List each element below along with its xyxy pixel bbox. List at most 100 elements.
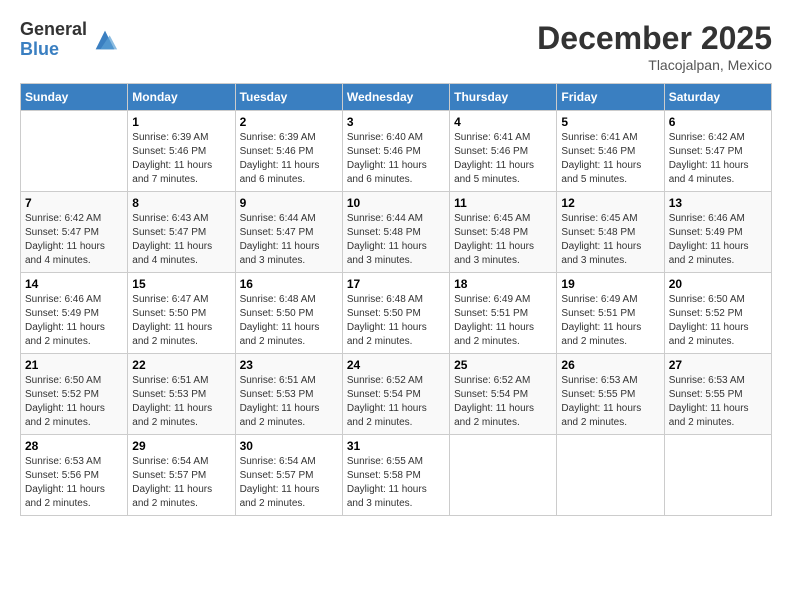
header-saturday: Saturday	[664, 84, 771, 111]
day-number: 3	[347, 115, 445, 129]
logo: General Blue	[20, 20, 119, 60]
calendar-cell: 17Sunrise: 6:48 AM Sunset: 5:50 PM Dayli…	[342, 273, 449, 354]
calendar-cell: 1 Sunrise: 6:39 AM Sunset: 5:46 PM Daylig…	[128, 111, 235, 192]
calendar-cell: 24Sunrise: 6:52 AM Sunset: 5:54 PM Dayli…	[342, 354, 449, 435]
calendar-cell: 14 Sunrise: 6:46 AM Sunset: 5:49 PM Dayli…	[21, 273, 128, 354]
day-info: Sunrise: 6:46 AM Sunset: 5:49 PM Dayligh…	[669, 212, 767, 268]
day-info: Sunrise: 6:43 AM Sunset: 5:47 PM Dayligh…	[132, 212, 230, 268]
calendar-cell: 29Sunrise: 6:54 AM Sunset: 5:57 PM Dayli…	[128, 435, 235, 516]
day-number: 10	[347, 196, 445, 210]
day-info: Sunrise: 6:41 AM Sunset: 5:46 PM Dayligh…	[454, 131, 552, 187]
calendar-cell	[557, 435, 664, 516]
day-info: Sunrise: 6:45 AM Sunset: 5:48 PM Dayligh…	[561, 212, 659, 268]
day-number: 21	[25, 358, 123, 372]
day-info: Sunrise: 6:47 AM Sunset: 5:50 PM Dayligh…	[132, 293, 230, 349]
day-info: Sunrise: 6:46 AM Sunset: 5:49 PM Dayligh…	[25, 293, 123, 349]
day-number: 11	[454, 196, 552, 210]
day-number: 20	[669, 277, 767, 291]
header-row: SundayMondayTuesdayWednesdayThursdayFrid…	[21, 84, 772, 111]
calendar-cell: 4 Sunrise: 6:41 AM Sunset: 5:46 PM Daylig…	[450, 111, 557, 192]
calendar-cell: 11 Sunrise: 6:45 AM Sunset: 5:48 PM Dayli…	[450, 192, 557, 273]
day-number: 12	[561, 196, 659, 210]
logo-icon	[91, 26, 119, 54]
header-monday: Monday	[128, 84, 235, 111]
page-header: General Blue December 2025 Tlacojalpan, …	[20, 20, 772, 73]
day-number: 19	[561, 277, 659, 291]
calendar-cell: 10 Sunrise: 6:44 AM Sunset: 5:48 PM Dayli…	[342, 192, 449, 273]
day-number: 26	[561, 358, 659, 372]
day-number: 23	[240, 358, 338, 372]
day-info: Sunrise: 6:53 AM Sunset: 5:55 PM Dayligh…	[669, 374, 767, 430]
day-info: Sunrise: 6:39 AM Sunset: 5:46 PM Dayligh…	[132, 131, 230, 187]
calendar-cell: 28Sunrise: 6:53 AM Sunset: 5:56 PM Dayli…	[21, 435, 128, 516]
day-info: Sunrise: 6:54 AM Sunset: 5:57 PM Dayligh…	[132, 455, 230, 511]
day-number: 14	[25, 277, 123, 291]
day-number: 18	[454, 277, 552, 291]
day-info: Sunrise: 6:51 AM Sunset: 5:53 PM Dayligh…	[132, 374, 230, 430]
calendar-cell: 5Sunrise: 6:41 AM Sunset: 5:46 PM Daylig…	[557, 111, 664, 192]
calendar-cell: 23 Sunrise: 6:51 AM Sunset: 5:53 PM Dayli…	[235, 354, 342, 435]
day-info: Sunrise: 6:50 AM Sunset: 5:52 PM Dayligh…	[25, 374, 123, 430]
calendar-cell	[664, 435, 771, 516]
day-info: Sunrise: 6:42 AM Sunset: 5:47 PM Dayligh…	[25, 212, 123, 268]
day-number: 6	[669, 115, 767, 129]
day-number: 30	[240, 439, 338, 453]
day-number: 22	[132, 358, 230, 372]
day-info: Sunrise: 6:53 AM Sunset: 5:56 PM Dayligh…	[25, 455, 123, 511]
day-info: Sunrise: 6:52 AM Sunset: 5:54 PM Dayligh…	[347, 374, 445, 430]
header-sunday: Sunday	[21, 84, 128, 111]
day-info: Sunrise: 6:48 AM Sunset: 5:50 PM Dayligh…	[240, 293, 338, 349]
calendar-cell: 31Sunrise: 6:55 AM Sunset: 5:58 PM Dayli…	[342, 435, 449, 516]
calendar-cell: 21 Sunrise: 6:50 AM Sunset: 5:52 PM Dayli…	[21, 354, 128, 435]
calendar-week-1: 7 Sunrise: 6:42 AM Sunset: 5:47 PM Daylig…	[21, 192, 772, 273]
day-number: 7	[25, 196, 123, 210]
calendar-cell: 2 Sunrise: 6:39 AM Sunset: 5:46 PM Daylig…	[235, 111, 342, 192]
day-info: Sunrise: 6:49 AM Sunset: 5:51 PM Dayligh…	[454, 293, 552, 349]
calendar-cell: 30 Sunrise: 6:54 AM Sunset: 5:57 PM Dayli…	[235, 435, 342, 516]
day-info: Sunrise: 6:49 AM Sunset: 5:51 PM Dayligh…	[561, 293, 659, 349]
day-info: Sunrise: 6:39 AM Sunset: 5:46 PM Dayligh…	[240, 131, 338, 187]
calendar-cell: 7 Sunrise: 6:42 AM Sunset: 5:47 PM Daylig…	[21, 192, 128, 273]
calendar-cell: 12 Sunrise: 6:45 AM Sunset: 5:48 PM Dayli…	[557, 192, 664, 273]
calendar-header: SundayMondayTuesdayWednesdayThursdayFrid…	[21, 84, 772, 111]
day-number: 2	[240, 115, 338, 129]
calendar-cell: 3 Sunrise: 6:40 AM Sunset: 5:46 PM Daylig…	[342, 111, 449, 192]
header-friday: Friday	[557, 84, 664, 111]
calendar-cell: 19 Sunrise: 6:49 AM Sunset: 5:51 PM Dayli…	[557, 273, 664, 354]
day-number: 4	[454, 115, 552, 129]
calendar-body: 1 Sunrise: 6:39 AM Sunset: 5:46 PM Daylig…	[21, 111, 772, 516]
calendar-cell	[21, 111, 128, 192]
day-number: 25	[454, 358, 552, 372]
day-info: Sunrise: 6:40 AM Sunset: 5:46 PM Dayligh…	[347, 131, 445, 187]
day-info: Sunrise: 6:51 AM Sunset: 5:53 PM Dayligh…	[240, 374, 338, 430]
calendar-cell: 9Sunrise: 6:44 AM Sunset: 5:47 PM Daylig…	[235, 192, 342, 273]
calendar-week-0: 1 Sunrise: 6:39 AM Sunset: 5:46 PM Daylig…	[21, 111, 772, 192]
day-number: 27	[669, 358, 767, 372]
location: Tlacojalpan, Mexico	[537, 57, 772, 73]
calendar-table: SundayMondayTuesdayWednesdayThursdayFrid…	[20, 83, 772, 516]
header-tuesday: Tuesday	[235, 84, 342, 111]
day-number: 15	[132, 277, 230, 291]
day-number: 13	[669, 196, 767, 210]
calendar-cell: 15 Sunrise: 6:47 AM Sunset: 5:50 PM Dayli…	[128, 273, 235, 354]
calendar-cell: 27 Sunrise: 6:53 AM Sunset: 5:55 PM Dayli…	[664, 354, 771, 435]
calendar-week-4: 28Sunrise: 6:53 AM Sunset: 5:56 PM Dayli…	[21, 435, 772, 516]
day-number: 5	[561, 115, 659, 129]
header-thursday: Thursday	[450, 84, 557, 111]
day-number: 16	[240, 277, 338, 291]
day-number: 8	[132, 196, 230, 210]
day-info: Sunrise: 6:45 AM Sunset: 5:48 PM Dayligh…	[454, 212, 552, 268]
day-number: 17	[347, 277, 445, 291]
day-number: 31	[347, 439, 445, 453]
day-info: Sunrise: 6:44 AM Sunset: 5:47 PM Dayligh…	[240, 212, 338, 268]
calendar-cell: 18 Sunrise: 6:49 AM Sunset: 5:51 PM Dayli…	[450, 273, 557, 354]
day-info: Sunrise: 6:42 AM Sunset: 5:47 PM Dayligh…	[669, 131, 767, 187]
day-number: 1	[132, 115, 230, 129]
calendar-cell: 20 Sunrise: 6:50 AM Sunset: 5:52 PM Dayli…	[664, 273, 771, 354]
calendar-cell: 26Sunrise: 6:53 AM Sunset: 5:55 PM Dayli…	[557, 354, 664, 435]
day-info: Sunrise: 6:54 AM Sunset: 5:57 PM Dayligh…	[240, 455, 338, 511]
day-info: Sunrise: 6:44 AM Sunset: 5:48 PM Dayligh…	[347, 212, 445, 268]
day-info: Sunrise: 6:50 AM Sunset: 5:52 PM Dayligh…	[669, 293, 767, 349]
calendar-cell: 6 Sunrise: 6:42 AM Sunset: 5:47 PM Daylig…	[664, 111, 771, 192]
month-title: December 2025	[537, 20, 772, 57]
